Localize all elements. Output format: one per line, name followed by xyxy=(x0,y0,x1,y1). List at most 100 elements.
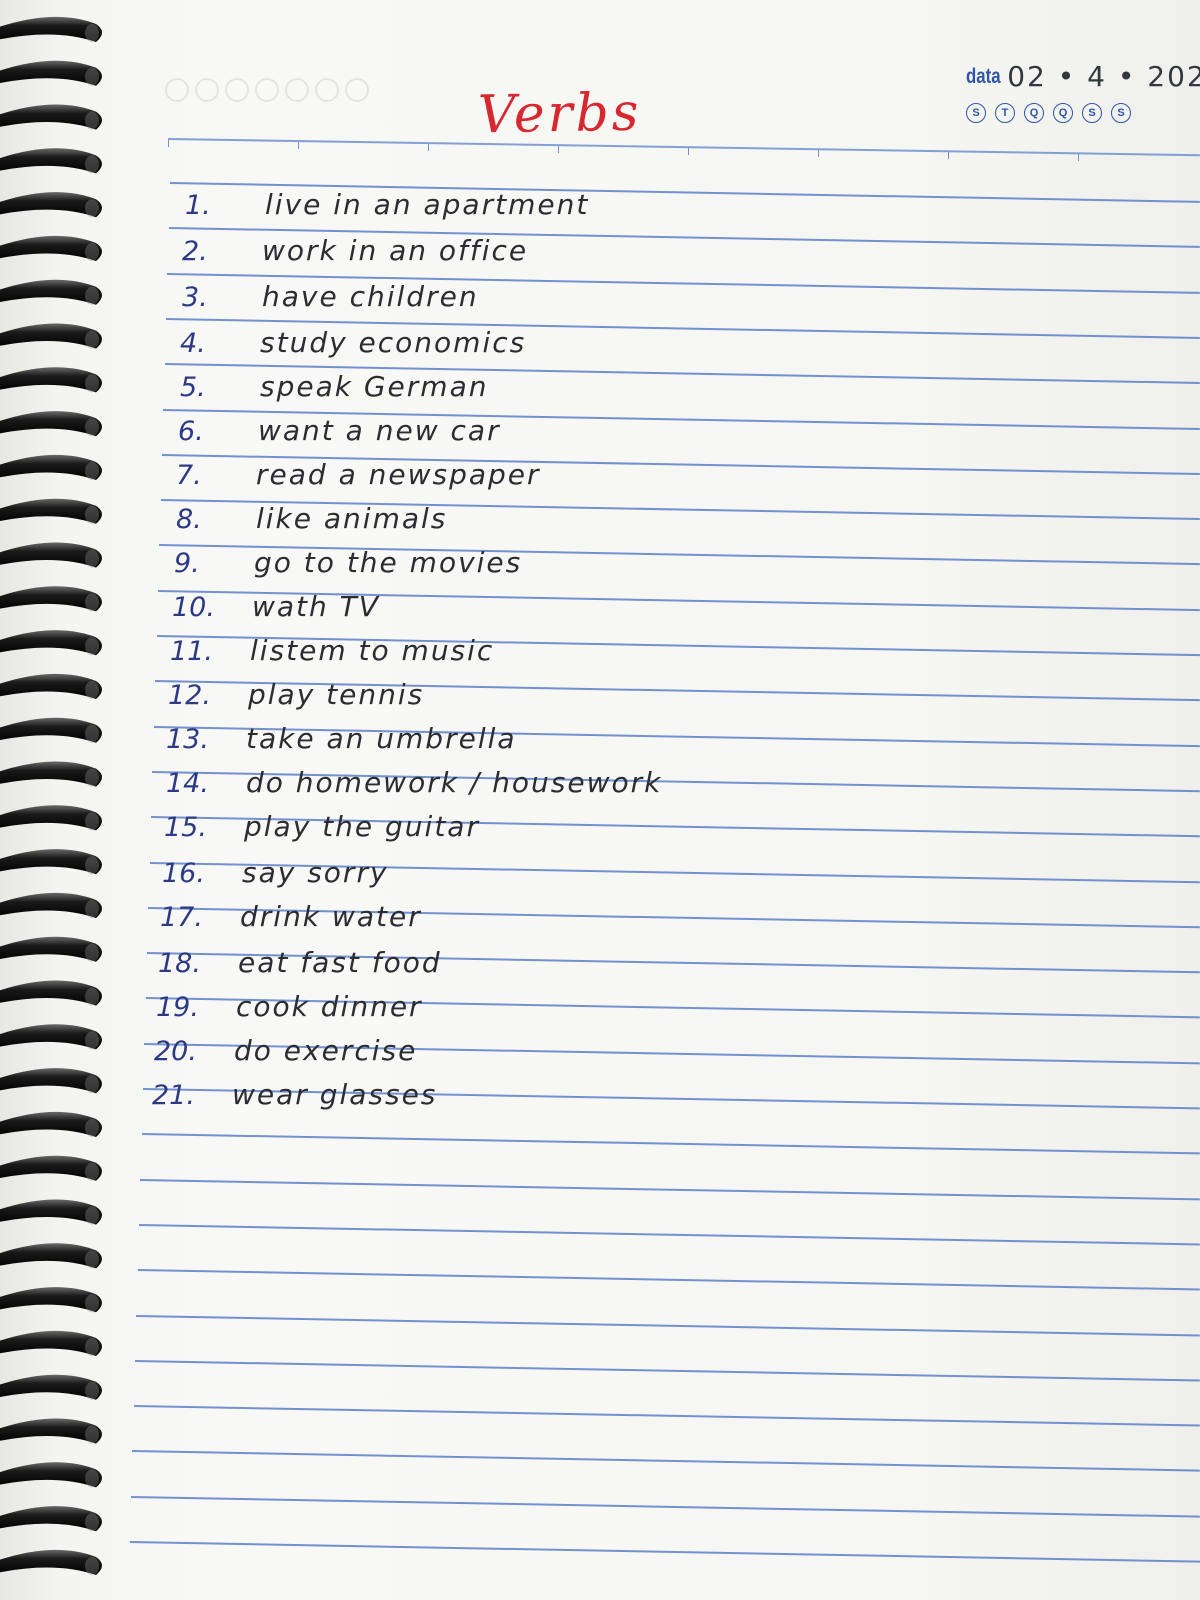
item-text: speak German xyxy=(260,370,489,403)
item-number: 16. xyxy=(162,858,205,889)
item-text: play the guitar xyxy=(244,810,480,843)
item-text: read a newspaper xyxy=(256,458,541,491)
punch-hole xyxy=(85,1119,99,1137)
list-item: 14. do homework / housework xyxy=(166,766,662,799)
list-item: 9. go to the movies xyxy=(174,546,522,579)
list-item: 8. like animals xyxy=(176,502,447,535)
ruled-line xyxy=(129,1541,1200,1563)
ruled-line xyxy=(138,1223,1200,1245)
item-number: 10. xyxy=(172,592,215,623)
header-rule-tick xyxy=(818,150,820,157)
list-item: 10. wath TV xyxy=(172,590,380,623)
punch-hole xyxy=(85,24,99,42)
list-item: 20. do exercise xyxy=(154,1034,417,1067)
spiral-binding xyxy=(0,16,102,1575)
weekday-circle: S xyxy=(1082,103,1102,123)
punch-hole xyxy=(85,1338,99,1356)
item-number: 19. xyxy=(156,992,199,1023)
punch-hole xyxy=(85,1557,99,1575)
punch-hole xyxy=(85,549,99,568)
list-item: 18. eat fast food xyxy=(158,946,442,979)
punch-hole xyxy=(85,1031,99,1050)
item-number: 17. xyxy=(160,902,203,933)
header-rule-tick xyxy=(298,142,300,149)
item-number: 13. xyxy=(166,724,209,755)
item-number: 21. xyxy=(152,1080,195,1111)
punch-hole xyxy=(85,374,99,393)
item-number: 6. xyxy=(178,416,204,447)
item-text: live in an apartment xyxy=(265,188,590,221)
punch-hole xyxy=(85,330,99,349)
ruled-line xyxy=(140,1178,1200,1200)
item-number: 4. xyxy=(180,328,206,359)
header-rule xyxy=(167,138,1200,157)
punch-hole xyxy=(85,856,99,875)
weekday-circles: S T Q Q S S xyxy=(966,103,1131,123)
item-text: say sorry xyxy=(242,856,389,889)
item-text: cook dinner xyxy=(236,990,423,1023)
ruled-line xyxy=(134,1359,1200,1381)
punch-hole xyxy=(85,1294,99,1313)
ruled-line xyxy=(132,1450,1200,1472)
weekday-circle: T xyxy=(995,103,1015,123)
item-text: wear glasses xyxy=(232,1078,438,1111)
item-text: have children xyxy=(262,280,479,313)
punch-hole xyxy=(85,1162,99,1181)
punch-hole xyxy=(85,943,99,962)
punch-hole xyxy=(85,1469,99,1488)
ruled-line xyxy=(136,1314,1200,1336)
bleed-through-circles xyxy=(165,78,369,102)
header-rule-tick xyxy=(1078,154,1080,161)
item-text: want a new car xyxy=(258,414,501,447)
item-number: 3. xyxy=(182,282,208,313)
punch-hole xyxy=(85,1381,99,1400)
punch-hole xyxy=(85,111,99,130)
item-number: 5. xyxy=(180,372,206,403)
punch-hole xyxy=(85,155,99,174)
date-label: data xyxy=(966,64,1001,88)
ruled-line xyxy=(137,1269,1200,1291)
weekday-circle: Q xyxy=(1053,103,1073,123)
list-item: 12. play tennis xyxy=(168,678,424,711)
item-text: eat fast food xyxy=(238,946,442,979)
item-number: 20. xyxy=(154,1036,197,1067)
header-rule-tick xyxy=(428,144,430,151)
item-text: go to the movies xyxy=(254,546,523,579)
punch-hole xyxy=(85,199,99,218)
punch-hole xyxy=(85,505,99,524)
list-item: 11. listem to music xyxy=(170,634,494,667)
punch-hole xyxy=(85,418,99,437)
item-text: wath TV xyxy=(252,590,380,623)
item-text: do exercise xyxy=(234,1034,418,1067)
item-text: work in an office xyxy=(262,234,529,267)
punch-hole xyxy=(85,286,99,305)
item-number: 11. xyxy=(170,636,213,667)
item-number: 18. xyxy=(158,948,201,979)
item-number: 7. xyxy=(176,460,202,491)
item-text: listem to music xyxy=(250,634,495,667)
list-item: 6. want a new car xyxy=(178,414,501,447)
list-item: 15. play the guitar xyxy=(164,810,480,843)
punch-hole xyxy=(85,812,99,831)
list-item: 2. work in an office xyxy=(182,234,528,267)
date-header: data 02 • 4 • 202 xyxy=(966,60,1200,93)
item-text: like animals xyxy=(256,502,448,535)
list-item: 13. take an umbrella xyxy=(166,722,517,755)
item-text: study economics xyxy=(260,326,527,359)
item-number: 12. xyxy=(168,680,211,711)
list-item: 4. study economics xyxy=(180,326,526,359)
item-text: play tennis xyxy=(248,678,425,711)
list-item: 3. have children xyxy=(182,280,479,313)
punch-hole xyxy=(85,67,99,86)
punch-hole xyxy=(85,768,99,787)
weekday-circle: Q xyxy=(1024,103,1044,123)
list-item: 21. wear glasses xyxy=(152,1078,437,1111)
punch-hole xyxy=(85,987,99,1006)
punch-hole xyxy=(85,462,99,480)
punch-hole xyxy=(85,637,99,656)
notebook-page: data 02 • 4 • 202 S T Q Q S S Verbs 1. li… xyxy=(0,0,1200,1600)
punch-hole xyxy=(85,681,99,699)
item-number: 1. xyxy=(185,190,211,221)
item-text: take an umbrella xyxy=(246,722,517,755)
header-rule-tick xyxy=(948,152,950,159)
